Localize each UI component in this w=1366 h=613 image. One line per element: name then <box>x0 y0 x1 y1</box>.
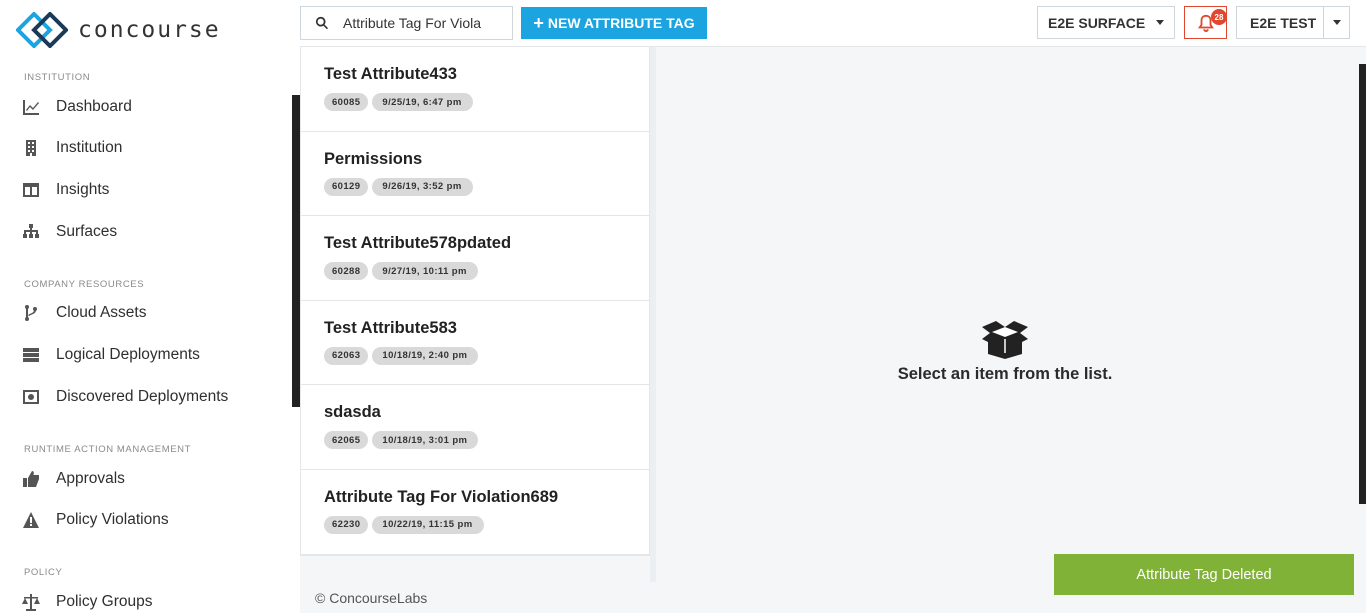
sidebar-item-policy-violations[interactable]: Policy Violations <box>22 506 169 534</box>
brand-logo[interactable]: concourse <box>16 12 221 48</box>
balance-icon <box>22 594 40 611</box>
list-item-title: Permissions <box>324 149 423 168</box>
sidebar-item-approvals[interactable]: Approvals <box>22 465 125 493</box>
list-item-badges: 60129 9/26/19, 3:52 pm <box>324 177 649 196</box>
id-badge: 60129 <box>324 177 369 196</box>
date-badge: 9/25/19, 6:47 pm <box>372 93 473 111</box>
list-item[interactable]: Test Attribute433 60085 9/25/19, 6:47 pm <box>301 47 649 132</box>
user-select-toggle[interactable] <box>1323 7 1349 38</box>
attribute-tag-list: Test Attribute433 60085 9/25/19, 6:47 pm… <box>300 47 650 556</box>
sitemap-icon <box>23 224 39 238</box>
sidebar-item-label: Discovered Deployments <box>56 388 229 405</box>
sidebar-item-cloud-assets[interactable]: Cloud Assets <box>22 299 146 327</box>
chart-icon <box>23 100 39 115</box>
sidebar-item-label: Logical Deployments <box>56 346 200 363</box>
search-icon <box>315 16 329 30</box>
sidebar-item-label: Policy Groups <box>56 593 153 610</box>
id-badge: 60085 <box>324 93 369 111</box>
nav-section-company-resources: COMPANY RESOURCES <box>24 279 145 290</box>
nav-section-runtime-action-management: RUNTIME ACTION MANAGEMENT <box>24 444 192 455</box>
open-box-icon <box>982 321 1028 359</box>
sidebar: concourse INSTITUTION Dashboard Institut… <box>0 0 300 613</box>
id-badge: 60288 <box>324 262 369 281</box>
date-badge: 10/18/19, 3:01 pm <box>372 431 479 450</box>
list-item-badges: 62063 10/18/19, 2:40 pm <box>324 346 649 365</box>
sidebar-item-policy-groups[interactable]: Policy Groups <box>22 588 152 613</box>
sidebar-item-label: Cloud Assets <box>56 304 147 321</box>
sidebar-item-label: Dashboard <box>56 98 132 115</box>
branch-icon <box>25 305 37 321</box>
main-content: Test Attribute433 60085 9/25/19, 6:47 pm… <box>300 46 1366 613</box>
empty-state: Select an item from the list. <box>840 319 1170 384</box>
list-item-title: Test Attribute583 <box>324 318 457 337</box>
id-badge: 62063 <box>324 346 369 365</box>
sidebar-item-insights[interactable]: Insights <box>22 176 109 204</box>
sidebar-item-label: Insights <box>56 181 110 198</box>
sidebar-item-logical-deployments[interactable]: Logical Deployments <box>22 341 200 369</box>
footer-copyright: © ConcourseLabs <box>315 590 428 606</box>
list-item-badges: 60288 9/27/19, 10:11 pm <box>324 262 649 281</box>
sidebar-scrollbar[interactable] <box>292 95 300 407</box>
server-icon <box>23 348 39 362</box>
date-badge: 10/18/19, 2:40 pm <box>372 346 479 365</box>
app-root: concourse INSTITUTION Dashboard Institut… <box>0 0 1366 613</box>
surface-select-value: E2E SURFACE <box>1048 14 1146 31</box>
nav-section-policy: POLICY <box>24 567 63 578</box>
panel-divider[interactable] <box>650 47 656 582</box>
user-select-value: E2E TEST <box>1250 14 1317 31</box>
list-item[interactable]: Attribute Tag For Violation689 62230 10/… <box>301 470 649 555</box>
id-badge: 62230 <box>324 515 369 534</box>
sidebar-item-discovered-deployments[interactable]: Discovered Deployments <box>22 383 228 411</box>
surface-select[interactable]: E2E SURFACE <box>1037 6 1175 39</box>
list-item[interactable]: sdasda 62065 10/18/19, 3:01 pm <box>301 385 649 470</box>
sidebar-item-institution[interactable]: Institution <box>22 134 122 162</box>
brand-name: concourse <box>78 17 221 43</box>
nav-section-institution: INSTITUTION <box>24 72 91 83</box>
content-scrollbar[interactable] <box>1359 64 1366 504</box>
user-select[interactable]: E2E TEST <box>1236 6 1350 39</box>
sidebar-item-label: Institution <box>56 139 123 156</box>
sidebar-item-label: Policy Violations <box>56 511 169 528</box>
notifications-button[interactable]: 28 <box>1184 6 1227 39</box>
new-attribute-tag-label: NEW ATTRIBUTE TAG <box>547 15 695 31</box>
list-item-title: Test Attribute433 <box>324 65 457 83</box>
date-badge: 9/27/19, 10:11 pm <box>372 262 478 281</box>
date-badge: 10/22/19, 11:15 pm <box>372 515 484 534</box>
thumbs-up-icon <box>23 471 39 487</box>
list-item[interactable]: Permissions 60129 9/26/19, 3:52 pm <box>301 132 649 217</box>
date-badge: 9/26/19, 3:52 pm <box>372 177 473 196</box>
sidebar-item-label: Approvals <box>56 470 125 487</box>
search-input[interactable] <box>343 15 483 31</box>
notification-count-badge: 28 <box>1211 9 1227 25</box>
list-item[interactable]: Test Attribute578pdated 60288 9/27/19, 1… <box>301 216 649 301</box>
building-icon <box>26 140 36 156</box>
list-item[interactable]: Test Attribute583 62063 10/18/19, 2:40 p… <box>301 301 649 386</box>
id-badge: 62065 <box>324 431 369 450</box>
sidebar-item-dashboard[interactable]: Dashboard <box>22 93 132 121</box>
list-item-title: Attribute Tag For Violation689 <box>324 487 559 506</box>
warning-icon <box>23 512 39 528</box>
list-item-badges: 62065 10/18/19, 3:01 pm <box>324 431 649 450</box>
list-item-title: Test Attribute578pdated <box>324 234 512 253</box>
sidebar-item-surfaces[interactable]: Surfaces <box>22 218 117 246</box>
new-attribute-tag-button[interactable]: + NEW ATTRIBUTE TAG <box>521 7 707 39</box>
search-box[interactable] <box>300 6 513 40</box>
concourse-logo-icon <box>16 12 68 48</box>
empty-state-message: Select an item from the list. <box>897 365 1113 383</box>
chevron-down-icon <box>1332 20 1341 25</box>
plus-icon: + <box>533 13 544 33</box>
chevron-down-icon <box>1156 20 1164 25</box>
discovered-icon <box>23 390 39 404</box>
sidebar-item-label: Surfaces <box>56 223 118 240</box>
list-item-badges: 62230 10/22/19, 11:15 pm <box>324 515 649 534</box>
list-item-title: sdasda <box>324 403 381 422</box>
columns-icon <box>23 183 39 197</box>
list-item-badges: 60085 9/25/19, 6:47 pm <box>324 93 649 111</box>
toast-notification[interactable]: Attribute Tag Deleted <box>1054 554 1354 595</box>
